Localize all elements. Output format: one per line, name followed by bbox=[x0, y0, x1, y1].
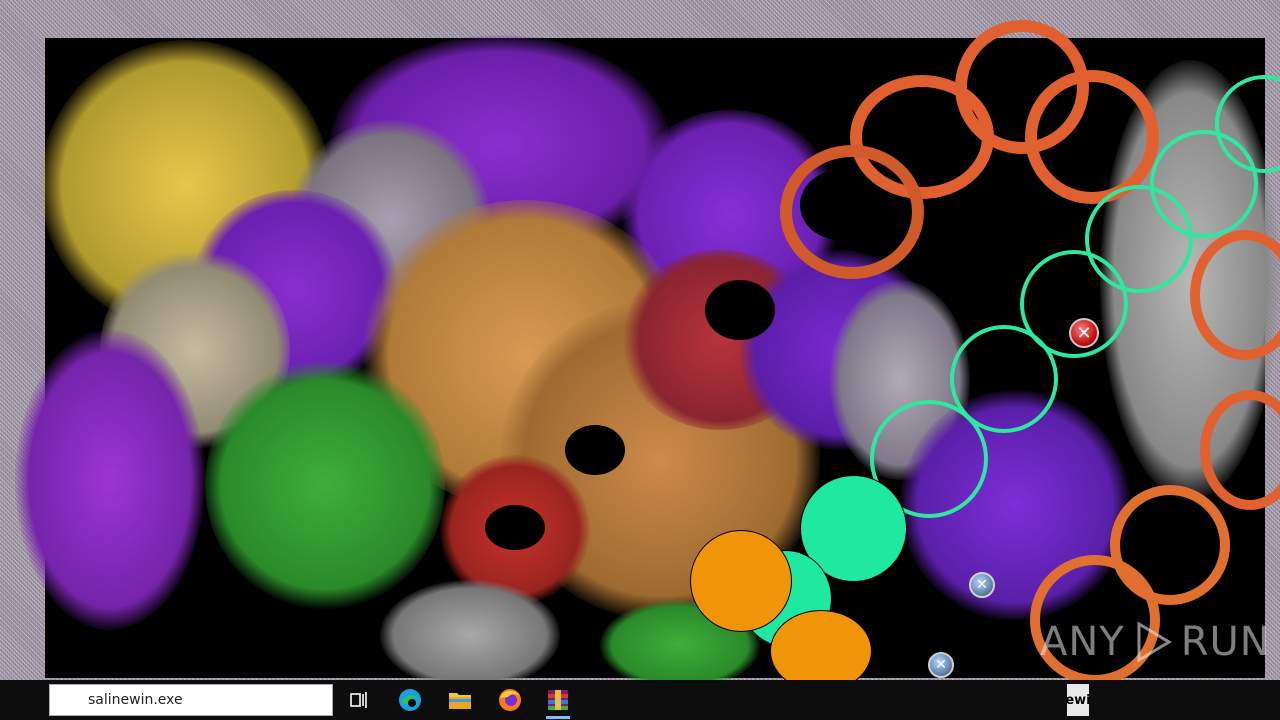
active-app-indicator bbox=[546, 716, 570, 719]
close-x-symbol: ✕ bbox=[935, 657, 947, 673]
grey-noise-blob bbox=[380, 580, 560, 690]
green-noise-blob bbox=[205, 360, 445, 610]
close-x-symbol: ✕ bbox=[976, 577, 988, 593]
search-text: salinewin.exe bbox=[88, 692, 183, 708]
close-icon[interactable]: ✕ bbox=[928, 652, 954, 678]
close-icon[interactable]: ✕ bbox=[969, 572, 995, 598]
anyrun-watermark: ANY RUN bbox=[1040, 614, 1271, 670]
black-hole bbox=[565, 425, 625, 475]
black-hole bbox=[705, 280, 775, 340]
black-hole bbox=[485, 505, 545, 550]
error-icon[interactable]: ✕ bbox=[1069, 318, 1099, 348]
watermark-text-right: RUN bbox=[1180, 619, 1271, 665]
orange-disc bbox=[690, 530, 792, 632]
taskbar-search-box[interactable]: salinewin.exe bbox=[49, 684, 333, 716]
purple-noise-blob bbox=[15, 330, 205, 630]
watermark-text-left: ANY bbox=[1040, 619, 1125, 665]
edge-icon[interactable] bbox=[395, 686, 425, 714]
play-icon bbox=[1137, 621, 1172, 663]
file-explorer-icon[interactable] bbox=[445, 686, 475, 714]
partial-taskbar-label: ewi bbox=[1065, 684, 1091, 716]
desktop bbox=[0, 0, 1280, 720]
winrar-icon[interactable] bbox=[543, 686, 573, 714]
error-x-symbol: ✕ bbox=[1076, 322, 1092, 344]
task-view-icon[interactable] bbox=[345, 686, 375, 714]
orange-ring bbox=[780, 145, 924, 279]
orange-ring bbox=[1025, 70, 1159, 204]
firefox-icon[interactable] bbox=[495, 686, 525, 714]
